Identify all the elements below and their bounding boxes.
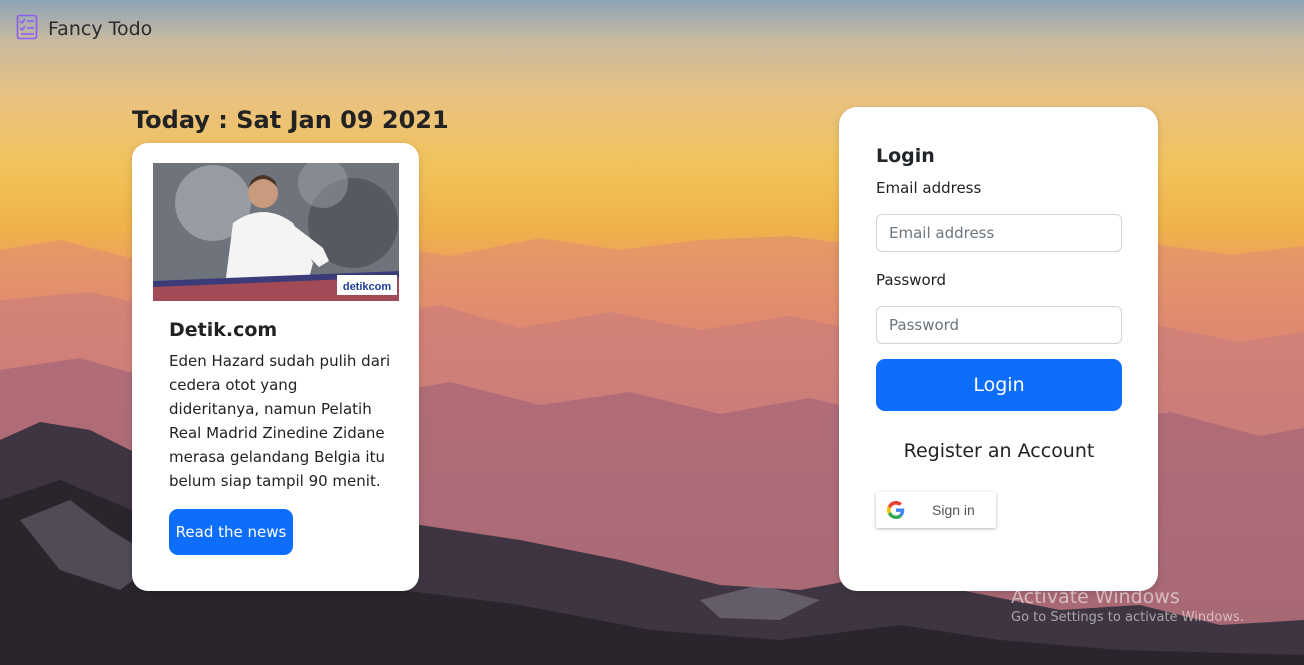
google-icon <box>876 501 916 519</box>
news-image: detikcom <box>153 163 399 301</box>
today-date-heading: Today : Sat Jan 09 2021 <box>132 106 449 134</box>
read-news-button[interactable]: Read the news <box>169 509 293 555</box>
news-source-title: Detik.com <box>169 319 278 341</box>
news-image-caption: detikcom <box>343 281 392 293</box>
brand-title: Fancy Todo <box>48 18 153 40</box>
login-button[interactable]: Login <box>876 359 1122 411</box>
checklist-icon <box>16 14 38 44</box>
activate-windows-subtitle: Go to Settings to activate Windows. <box>1011 610 1244 625</box>
password-input[interactable] <box>876 306 1122 344</box>
register-link[interactable]: Register an Account <box>876 440 1122 462</box>
google-signin-button[interactable]: Sign in <box>876 492 996 528</box>
navbar-brand[interactable]: Fancy Todo <box>16 14 152 44</box>
password-label: Password <box>876 271 947 289</box>
login-title: Login <box>876 145 935 167</box>
email-label: Email address <box>876 179 982 197</box>
login-card: Login Email address Password Login Regis… <box>839 107 1158 591</box>
email-input[interactable] <box>876 214 1122 252</box>
news-description: Eden Hazard sudah pulih dari cedera otot… <box>169 352 391 490</box>
activate-windows-watermark: Activate Windows Go to Settings to activ… <box>1011 586 1244 625</box>
google-signin-label: Sign in <box>932 502 975 518</box>
activate-windows-title: Activate Windows <box>1011 586 1180 608</box>
news-card: detikcom Detik.com Eden Hazard sudah pul… <box>132 143 419 591</box>
